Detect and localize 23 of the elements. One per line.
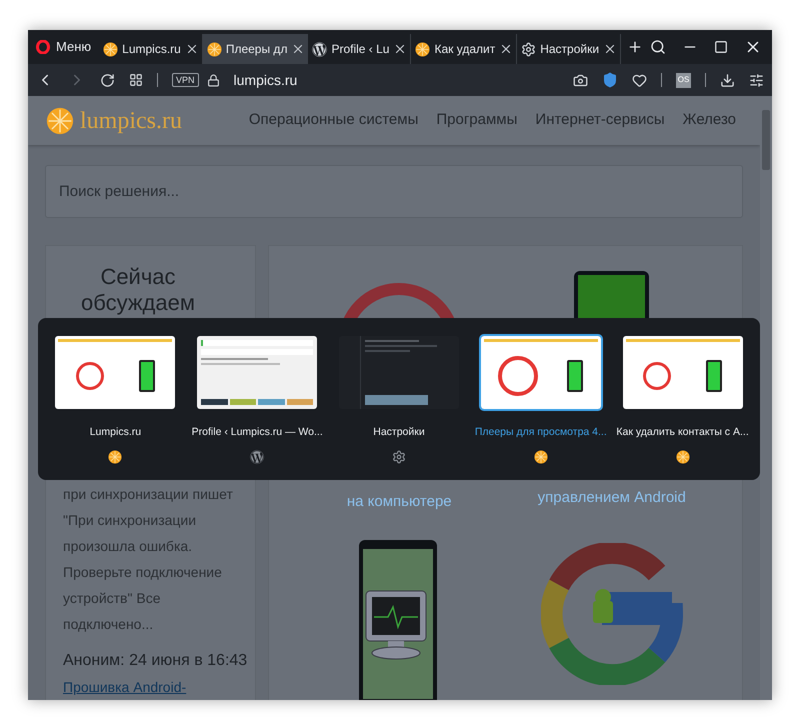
- browser-tab[interactable]: Плееры дл: [202, 34, 308, 64]
- tab-preview-title: Profile ‹ Lumpics.ru — Wo...: [192, 425, 323, 440]
- tab-title: Плееры дл: [226, 41, 288, 58]
- url-field[interactable]: lumpics.ru: [234, 70, 298, 90]
- tab-preview[interactable]: Как удалить контакты с A...: [613, 334, 752, 474]
- tab-title: Profile ‹ Lu: [331, 41, 390, 58]
- tab-preview[interactable]: Настройки: [330, 334, 468, 474]
- tab-preview-title: Lumpics.ru: [90, 425, 142, 440]
- tab-title: Как удалит: [434, 41, 496, 58]
- tab-preview-title: Плееры для просмотра 4...: [474, 425, 607, 440]
- comment-text: при синхронизации пишет "При синхронизации произошла ошибка. Проверьте подключение устройств" Все подключено...: [63, 485, 234, 634]
- section-heading: Сейчас обсуждаем: [80, 264, 196, 316]
- tab-preview[interactable]: Profile ‹ Lumpics.ru — Wo...: [188, 334, 327, 474]
- tab-preview[interactable]: Плееры для просмотра 4...: [471, 334, 610, 474]
- tab-preview-title: Настройки: [373, 425, 425, 440]
- tab-preview-title: Как удалить контакты с A...: [616, 425, 749, 440]
- search-field[interactable]: Поиск решения...: [45, 165, 743, 218]
- menu-button[interactable]: Меню: [28, 30, 100, 64]
- tab-title: Lumpics.ru: [122, 41, 181, 58]
- comment-author: Аноним: 24 июня в 16:43: [63, 651, 248, 671]
- tab-title: Настройки: [540, 41, 600, 58]
- vpn-badge[interactable]: VPN: [172, 73, 199, 87]
- tab-preview[interactable]: Lumpics.ru: [46, 334, 185, 474]
